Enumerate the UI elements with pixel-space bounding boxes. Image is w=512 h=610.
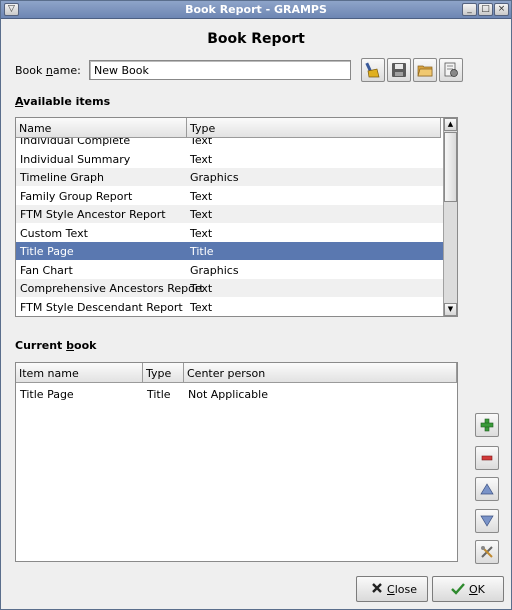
list-item[interactable]: Individual Summary Text: [16, 150, 443, 168]
list-item[interactable]: Fan Chart Graphics: [16, 261, 443, 279]
available-scrollbar[interactable]: ▲ ▼: [443, 118, 457, 316]
list-item[interactable]: Family Group Report Text: [16, 187, 443, 205]
list-item[interactable]: Title Page Title Not Applicable: [16, 385, 457, 403]
ok-button[interactable]: OK: [432, 576, 504, 602]
edit-books-icon: [444, 62, 458, 77]
configure-item-button[interactable]: [475, 540, 499, 564]
move-down-button[interactable]: [475, 509, 499, 533]
checkmark-icon: [451, 583, 465, 595]
clear-icon: [365, 62, 380, 78]
open-book-button[interactable]: [413, 58, 437, 82]
available-items-list[interactable]: Name Type Individual Complete Text Indiv…: [15, 117, 458, 317]
close-button[interactable]: Close: [356, 576, 428, 602]
maximize-icon[interactable]: □: [478, 3, 493, 16]
open-icon: [417, 65, 433, 77]
down-icon: [480, 515, 494, 527]
scroll-up-icon[interactable]: ▲: [444, 118, 457, 131]
save-icon: [392, 63, 406, 77]
list-item[interactable]: Individual Complete Text: [16, 138, 443, 149]
close-button-label: Close: [387, 583, 417, 596]
window-title: Book Report - GRAMPS: [185, 3, 327, 16]
column-header-name[interactable]: Name: [16, 118, 187, 138]
add-icon: [480, 418, 494, 432]
column-header-type[interactable]: Type: [143, 363, 184, 383]
remove-icon: [481, 455, 493, 461]
current-book-label: Current book: [15, 339, 97, 352]
list-item[interactable]: FTM Style Descendant Report Text: [16, 298, 443, 316]
add-item-button[interactable]: [475, 413, 499, 437]
save-book-button[interactable]: [387, 58, 411, 82]
close-icon: [372, 583, 382, 593]
list-item[interactable]: FTM Style Ancestor Report Text: [16, 205, 443, 223]
edit-books-button[interactable]: [439, 58, 463, 82]
scroll-thumb[interactable]: [444, 132, 457, 202]
list-item[interactable]: Comprehensive Ancestors Report Text: [16, 279, 443, 297]
page-title: Book Report: [207, 31, 305, 47]
column-header-item-name[interactable]: Item name: [16, 363, 143, 383]
close-window-icon[interactable]: ×: [494, 3, 509, 16]
scroll-down-icon[interactable]: ▼: [444, 303, 457, 316]
list-item[interactable]: Timeline Graph Graphics: [16, 168, 443, 186]
book-name-label: Book name:: [15, 64, 81, 77]
available-items-rows: Individual Complete Text Individual Summ…: [16, 138, 443, 316]
remove-item-button[interactable]: [475, 446, 499, 470]
current-book-list[interactable]: Item name Type Center person Title Page …: [15, 362, 458, 562]
book-report-window: ▽ Book Report - GRAMPS _ □ × Book Report…: [0, 0, 512, 610]
move-up-button[interactable]: [475, 477, 499, 501]
available-items-label: Available items: [15, 95, 111, 108]
column-header-type[interactable]: Type: [187, 118, 441, 138]
book-name-input[interactable]: New Book: [89, 60, 351, 80]
ok-button-label: OK: [469, 583, 485, 596]
up-icon: [480, 483, 494, 495]
configure-icon: [481, 546, 493, 558]
column-header-center-person[interactable]: Center person: [184, 363, 457, 383]
minimize-icon[interactable]: _: [462, 3, 477, 16]
list-item[interactable]: Custom Text Text: [16, 224, 443, 242]
clear-book-button[interactable]: [361, 58, 385, 82]
list-item-selected[interactable]: Title Page Title: [16, 242, 443, 260]
title-bar[interactable]: ▽ Book Report - GRAMPS _ □ ×: [1, 1, 511, 19]
